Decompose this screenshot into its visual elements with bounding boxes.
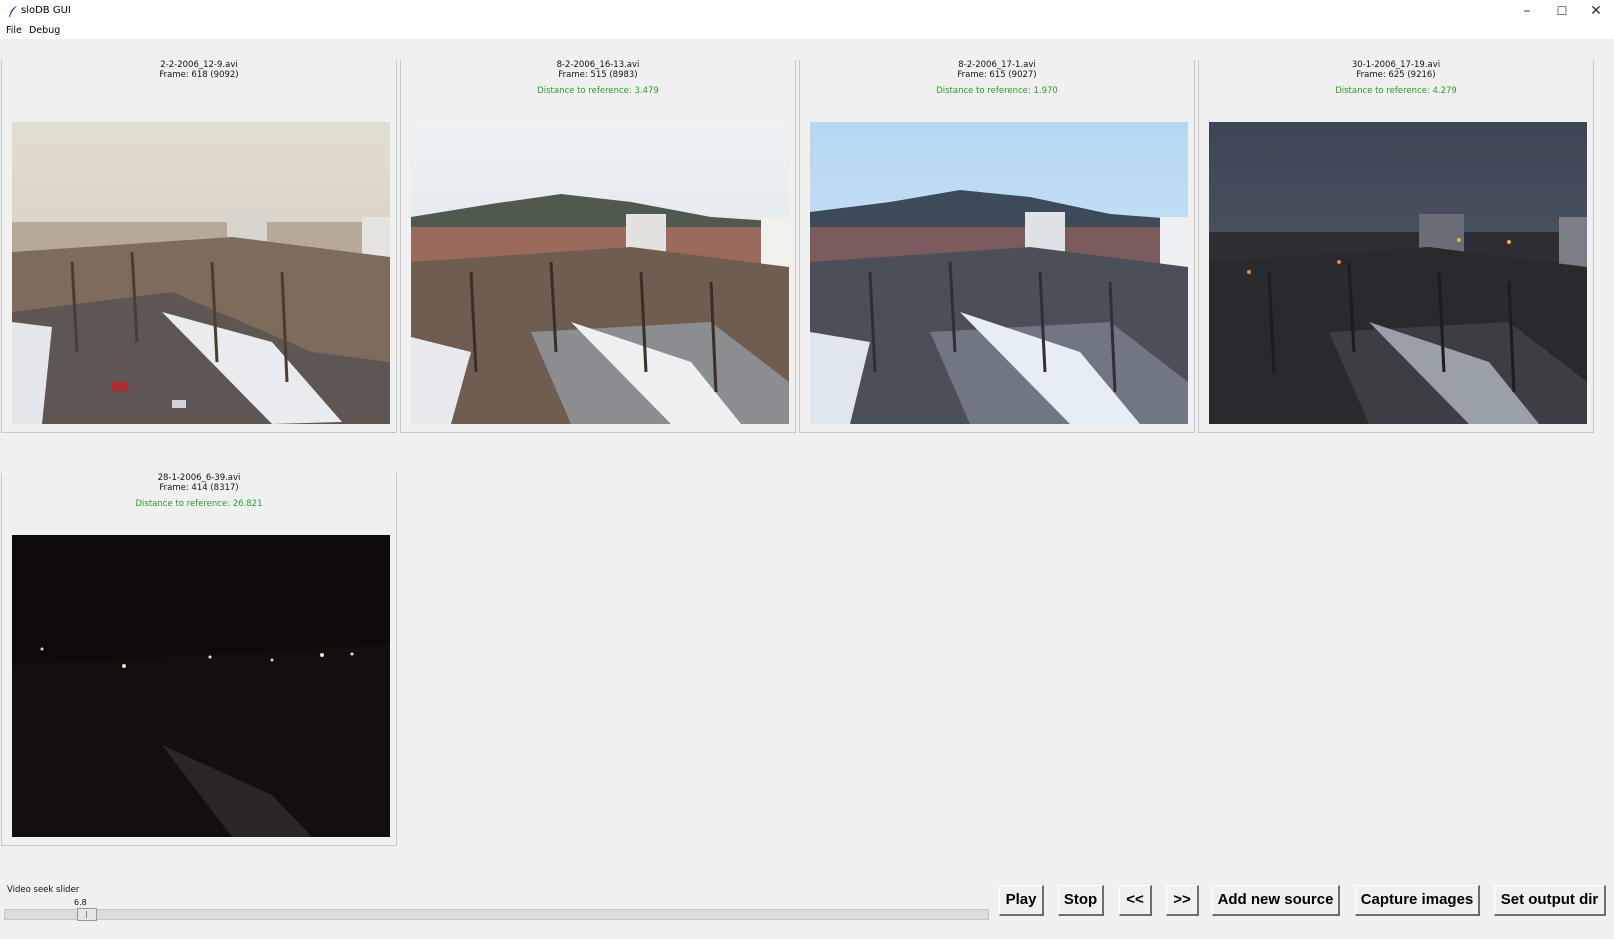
- previous-button[interactable]: <<: [1119, 885, 1152, 916]
- distance-to-reference: Distance to reference: 3.479: [537, 86, 659, 96]
- video-panel: 30-1-2006_17-19.avi Frame: 625 (9216) Di…: [1198, 60, 1594, 433]
- video-frame-image: [411, 122, 789, 424]
- title-bar: sloDB GUI – ☐ ✕: [0, 0, 1614, 24]
- distance-to-reference: Distance to reference: 4.279: [1335, 86, 1457, 96]
- frame-info: Frame: 618 (9092): [159, 70, 239, 80]
- frame-info: Frame: 414 (8317): [159, 483, 239, 493]
- video-filename: 30-1-2006_17-19.avi: [1199, 60, 1593, 70]
- video-filename: 2-2-2006_12-9.avi: [2, 60, 396, 70]
- capture-images-button[interactable]: Capture images: [1355, 885, 1480, 916]
- frame-info: Frame: 615 (9027): [957, 70, 1037, 80]
- video-panel: 28-1-2006_6-39.avi Frame: 414 (8317) Dis…: [1, 473, 397, 846]
- video-seek-slider[interactable]: [4, 908, 989, 921]
- distance-to-reference: Distance to reference: 1.970: [936, 86, 1058, 96]
- menu-debug[interactable]: Debug: [29, 25, 60, 36]
- video-panel: 8-2-2006_17-1.avi Frame: 615 (9027) Dist…: [799, 60, 1195, 433]
- video-frame-image: [810, 122, 1188, 424]
- video-panel: 2-2-2006_12-9.avi Frame: 618 (9092): [1, 60, 397, 433]
- menu-file[interactable]: File: [6, 25, 22, 36]
- seek-slider-handle[interactable]: [77, 908, 97, 921]
- video-panel: 8-2-2006_16-13.avi Frame: 515 (8983) Dis…: [400, 60, 796, 433]
- frame-info: Frame: 625 (9216): [1356, 70, 1436, 80]
- seek-slider-label: Video seek slider: [7, 885, 80, 895]
- video-filename: 8-2-2006_17-1.avi: [800, 60, 1194, 70]
- next-button[interactable]: >>: [1166, 885, 1199, 916]
- maximize-button[interactable]: ☐: [1545, 0, 1579, 23]
- video-frame-image: [1209, 122, 1587, 424]
- play-button[interactable]: Play: [999, 885, 1044, 916]
- minimize-button[interactable]: –: [1510, 0, 1544, 23]
- distance-to-reference: Distance to reference: 26.821: [135, 499, 263, 509]
- stop-button[interactable]: Stop: [1058, 885, 1104, 916]
- close-button[interactable]: ✕: [1579, 0, 1613, 23]
- menu-bar: File Debug: [0, 23, 1614, 39]
- video-frame-image: [12, 122, 390, 424]
- seek-slider-value: 6.8: [74, 898, 87, 907]
- frame-info: Frame: 515 (8983): [558, 70, 638, 80]
- video-filename: 8-2-2006_16-13.avi: [401, 60, 795, 70]
- video-filename: 28-1-2006_6-39.avi: [2, 473, 396, 483]
- video-frame-image: [12, 535, 390, 837]
- set-output-dir-button[interactable]: Set output dir: [1494, 885, 1606, 916]
- add-new-source-button[interactable]: Add new source: [1212, 885, 1340, 916]
- feather-icon: [9, 6, 17, 17]
- window-title: sloDB GUI: [21, 5, 71, 16]
